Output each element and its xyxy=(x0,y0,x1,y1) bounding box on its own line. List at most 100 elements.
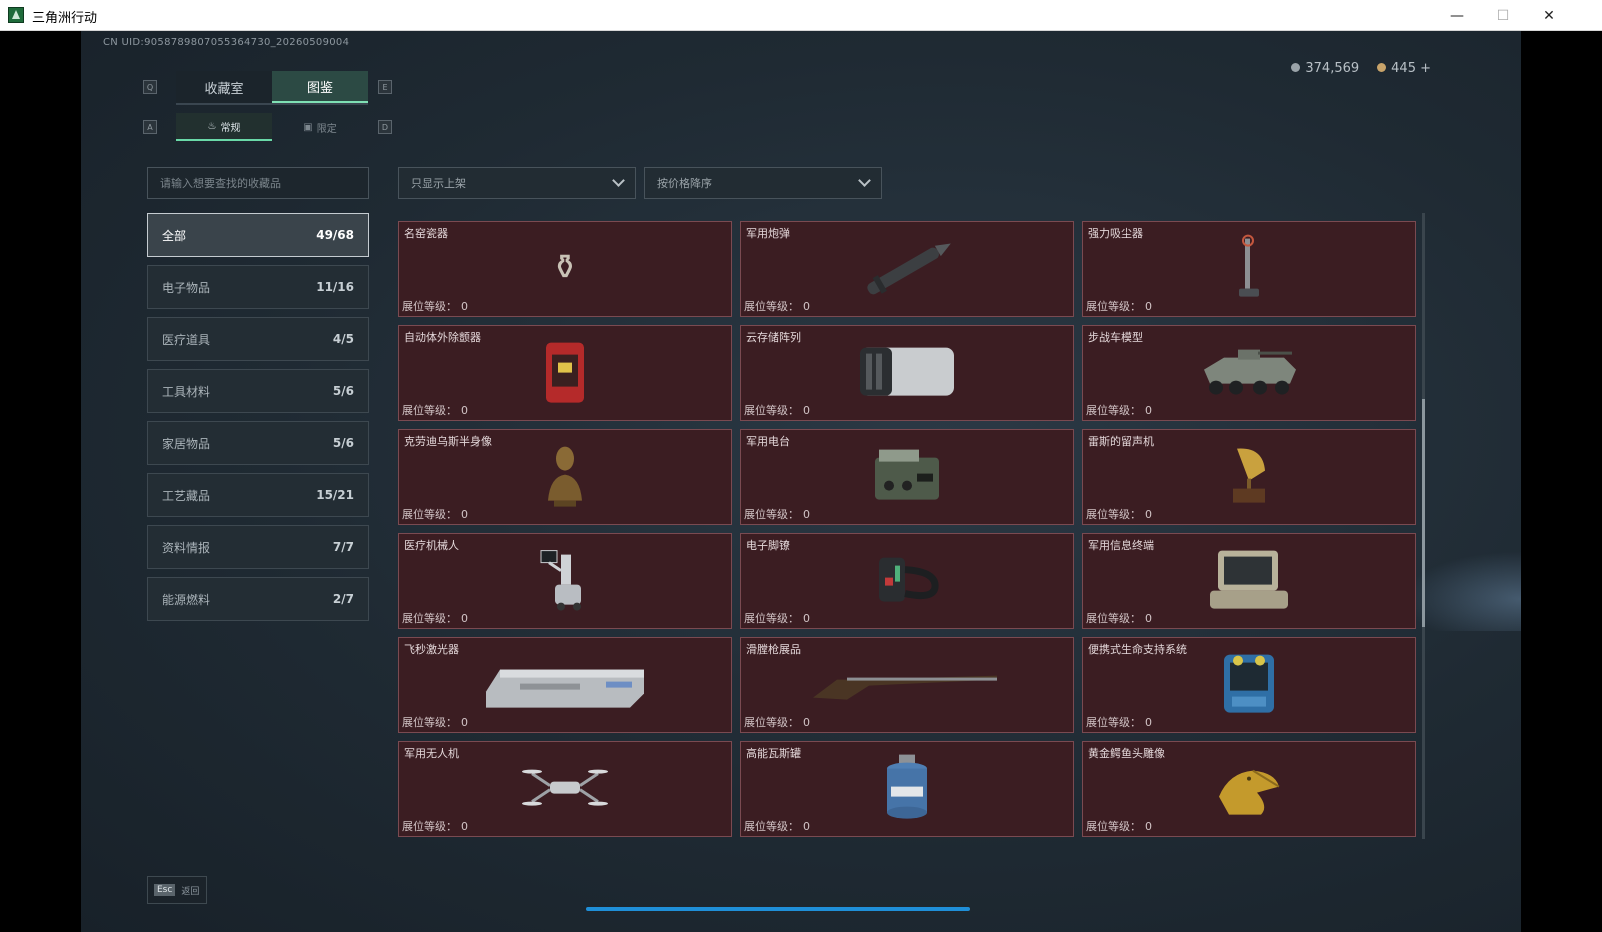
scrollbar-thumb[interactable] xyxy=(1422,399,1425,627)
category-count: 4/5 xyxy=(332,332,354,346)
sort-dropdown[interactable]: 按价格降序 xyxy=(644,167,882,199)
silver-coin-icon xyxy=(1291,63,1301,72)
item-level: 展位等级： 0 xyxy=(402,404,468,417)
ankle-monitor-icon xyxy=(847,545,967,615)
letterbox-left xyxy=(0,31,81,932)
item-level: 展位等级： 0 xyxy=(1086,404,1152,417)
tab-collection-room[interactable]: 收藏室 xyxy=(176,71,272,103)
item-card[interactable]: 强力吸尘器 展位等级： 0 xyxy=(1082,221,1416,317)
item-card[interactable]: 军用炮弹 展位等级： 0 xyxy=(740,221,1074,317)
category-item-crafts[interactable]: 工艺藏品 15/21 xyxy=(147,473,369,517)
silver-amount: 374,569 xyxy=(1305,61,1360,76)
app-logo-icon xyxy=(8,7,24,23)
flame-icon: ♨ xyxy=(207,120,217,132)
drone-icon xyxy=(505,753,625,823)
category-label: 能源燃料 xyxy=(162,592,211,607)
key-hint-q: Q xyxy=(143,80,157,94)
category-item-electronics[interactable]: 电子物品 11/16 xyxy=(147,265,369,309)
terminal-icon xyxy=(1189,545,1309,615)
gramophone-icon xyxy=(1189,441,1309,511)
item-card[interactable]: 军用信息终端 展位等级： 0 xyxy=(1082,533,1416,629)
category-count: 5/6 xyxy=(332,384,354,398)
porcelain-vase-icon: ⚱ xyxy=(550,247,580,288)
item-name: 滑膛枪展品 xyxy=(746,643,801,656)
chevron-down-icon xyxy=(858,174,871,187)
item-level: 展位等级： 0 xyxy=(744,716,810,729)
category-item-tools[interactable]: 工具材料 5/6 xyxy=(147,369,369,413)
currency-silver: 374,569 xyxy=(1291,61,1359,76)
category-item-intel[interactable]: 资料情报 7/7 xyxy=(147,525,369,569)
item-card[interactable]: 飞秒激光器 展位等级： 0 xyxy=(398,637,732,733)
item-name: 步战车模型 xyxy=(1088,331,1143,344)
maximize-button[interactable]: ☐ xyxy=(1480,0,1526,31)
search-input[interactable]: 请输入想要查找的收藏品 xyxy=(147,167,369,199)
box-icon: ▣ xyxy=(303,121,313,133)
item-card[interactable]: 云存储阵列 展位等级： 0 xyxy=(740,325,1074,421)
item-card[interactable]: 滑膛枪展品展位等级： 0 xyxy=(740,637,1074,733)
key-hint-d: D xyxy=(378,120,392,134)
item-level: 展位等级： 0 xyxy=(402,612,468,625)
item-name: 克劳迪乌斯半身像 xyxy=(404,435,492,448)
tab-limited[interactable]: ▣ 限定 xyxy=(272,113,368,141)
item-card[interactable]: 步战车模型展位等级： 0 xyxy=(1082,325,1416,421)
item-card[interactable]: 黄金鳄鱼头雕像 展位等级： 0 xyxy=(1082,741,1416,837)
main-tabs: 收藏室 图鉴 xyxy=(176,71,368,105)
gold-amount: 445 + xyxy=(1391,61,1431,76)
item-level: 展位等级： 0 xyxy=(402,508,468,521)
window-title: 三角洲行动 xyxy=(32,11,98,26)
category-item-medical[interactable]: 医疗道具 4/5 xyxy=(147,317,369,361)
back-button[interactable]: Esc 返回 xyxy=(147,876,207,904)
item-card[interactable]: 医疗机械人 展位等级： 0 xyxy=(398,533,732,629)
currency-gold[interactable]: 445 + xyxy=(1377,61,1431,76)
letterbox-right xyxy=(1521,31,1602,932)
sort-value: 按价格降序 xyxy=(657,177,712,190)
category-item-all[interactable]: 全部 49/68 xyxy=(147,213,369,257)
item-card[interactable]: 名窑瓷器 ⚱ 展位等级： 0 xyxy=(398,221,732,317)
item-name: 高能瓦斯罐 xyxy=(746,747,801,760)
key-hint-a: A xyxy=(143,120,157,134)
vacuum-cleaner-icon xyxy=(1189,233,1309,303)
close-button[interactable]: ✕ xyxy=(1526,0,1572,31)
shelf-filter-dropdown[interactable]: 只显示上架 xyxy=(398,167,636,199)
category-label: 家居物品 xyxy=(162,436,211,451)
back-label: 返回 xyxy=(181,886,200,897)
item-name: 云存储阵列 xyxy=(746,331,801,344)
musket-icon xyxy=(807,649,1007,719)
category-label: 工具材料 xyxy=(162,384,211,399)
item-card[interactable]: 自动体外除颤器 展位等级： 0 xyxy=(398,325,732,421)
bust-icon xyxy=(505,441,625,511)
category-count: 15/21 xyxy=(316,488,354,502)
window-titlebar: 三角洲行动 — ☐ ✕ xyxy=(0,0,1602,31)
item-card[interactable]: 军用电台 展位等级： 0 xyxy=(740,429,1074,525)
laser-icon xyxy=(475,649,655,719)
tab-regular[interactable]: ♨ 常规 xyxy=(176,113,272,141)
esc-key-badge: Esc xyxy=(154,884,176,896)
item-card[interactable]: 电子脚镣 展位等级： 0 xyxy=(740,533,1074,629)
category-label: 全部 xyxy=(162,228,187,243)
item-card[interactable]: 克劳迪乌斯半身像 展位等级： 0 xyxy=(398,429,732,525)
tab-limited-label: 限定 xyxy=(316,123,337,135)
grid-scrollbar[interactable] xyxy=(1422,213,1425,839)
item-card[interactable]: 雷斯的留声机 展位等级： 0 xyxy=(1082,429,1416,525)
item-name: 飞秒激光器 xyxy=(404,643,459,656)
sub-tabs: ♨ 常规 ▣ 限定 xyxy=(176,113,368,141)
key-hint-e: E xyxy=(378,80,392,94)
collectible-grid: 名窑瓷器 ⚱ 展位等级： 0 军用炮弹 展位等级： 0 强力吸尘器 展位等级： 0 自动体外除… xyxy=(398,221,1416,839)
item-level: 展位等级： 0 xyxy=(402,820,468,833)
item-card[interactable]: 军用无人机 展位等级： 0 xyxy=(398,741,732,837)
category-item-household[interactable]: 家居物品 5/6 xyxy=(147,421,369,465)
item-name: 军用电台 xyxy=(746,435,790,448)
artillery-shell-icon xyxy=(847,233,967,303)
item-card[interactable]: 便携式生命支持系统 展位等级： 0 xyxy=(1082,637,1416,733)
chevron-down-icon xyxy=(612,174,625,187)
player-uid: CN UID:9058789807055364730_20260509004 xyxy=(103,37,350,48)
item-level: 展位等级： 0 xyxy=(1086,300,1152,313)
tab-catalog[interactable]: 图鉴 xyxy=(272,71,368,103)
category-list: 全部 49/68 电子物品 11/16 医疗道具 4/5 工具材料 5/6 家居物品 5/… xyxy=(147,213,369,629)
item-name: 自动体外除颤器 xyxy=(404,331,481,344)
minimize-button[interactable]: — xyxy=(1434,0,1480,31)
background-glow xyxy=(1401,551,1521,631)
category-item-energy[interactable]: 能源燃料 2/7 xyxy=(147,577,369,621)
item-name: 军用炮弹 xyxy=(746,227,790,240)
item-card[interactable]: 高能瓦斯罐 展位等级： 0 xyxy=(740,741,1074,837)
